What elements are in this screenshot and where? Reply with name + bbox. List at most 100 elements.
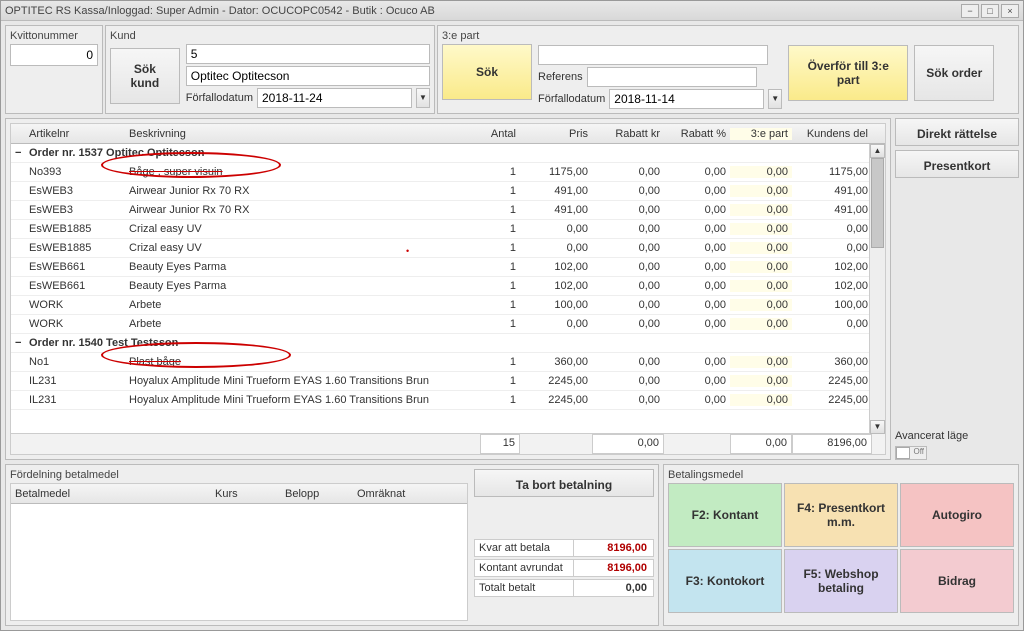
- table-row[interactable]: EsWEB3Airwear Junior Rx 70 RX1491,000,00…: [11, 182, 885, 201]
- cell-rabatt-kr: 0,00: [592, 204, 664, 216]
- scroll-up-icon[interactable]: ▲: [870, 144, 885, 158]
- table-row[interactable]: EsWEB3Airwear Junior Rx 70 RX1491,000,00…: [11, 201, 885, 220]
- window-title: OPTITEC RS Kassa/Inloggad: Super Admin -…: [5, 5, 435, 17]
- header-betalmedel[interactable]: Betalmedel: [11, 488, 211, 500]
- header-antal[interactable]: Antal: [480, 128, 520, 140]
- overfor-3e-button[interactable]: Överför till 3:e part: [788, 45, 908, 101]
- kund-name-input[interactable]: [186, 66, 430, 86]
- header-pris[interactable]: Pris: [520, 128, 592, 140]
- table-row[interactable]: WORKArbete1100,000,000,000,00100,00: [11, 296, 885, 315]
- kvittonummer-panel: Kvittonummer: [5, 25, 103, 114]
- collapse-icon[interactable]: −: [11, 337, 25, 349]
- kvittonummer-input[interactable]: [10, 44, 98, 66]
- cell-kundens-del: 100,00: [792, 299, 872, 311]
- cell-beskrivning: Crizal easy UV: [125, 242, 480, 254]
- scroll-thumb[interactable]: [871, 158, 884, 248]
- sok-order-button[interactable]: Sök order: [914, 45, 994, 101]
- cell-rabatt-kr: 0,00: [592, 375, 664, 387]
- header-rabatt-pct[interactable]: Rabatt %: [664, 128, 730, 140]
- cell-pris: 102,00: [520, 261, 592, 273]
- table-row[interactable]: IL231Hoyalux Amplitude Mini Trueform EYA…: [11, 372, 885, 391]
- kvar-att-betala-value: 8196,00: [573, 540, 653, 556]
- referens-input[interactable]: [587, 67, 757, 87]
- table-row[interactable]: No393Båge , super visuin11175,000,000,00…: [11, 163, 885, 182]
- cell-rabatt-pct: 0,00: [664, 261, 730, 273]
- cell-kundens-del: 2245,00: [792, 394, 872, 406]
- header-kundens-del[interactable]: Kundens del: [792, 128, 872, 140]
- header-omraknat[interactable]: Omräknat: [353, 488, 433, 500]
- table-row[interactable]: EsWEB661Beauty Eyes Parma1102,000,000,00…: [11, 258, 885, 277]
- group-row[interactable]: −Order nr. 1537 Optitec Optitecson: [11, 144, 885, 163]
- part3-forfallo-label: Förfallodatum: [538, 93, 605, 105]
- header-rabatt-kr[interactable]: Rabatt kr: [592, 128, 664, 140]
- payment-method-button[interactable]: F3: Kontokort: [668, 549, 782, 613]
- minimize-button[interactable]: −: [961, 4, 979, 18]
- betalmedel-grid[interactable]: Betalmedel Kurs Belopp Omräknat: [10, 483, 468, 621]
- collapse-icon[interactable]: −: [11, 147, 25, 159]
- payment-method-button[interactable]: F4: Presentkort m.m.: [784, 483, 898, 547]
- kund-id-input[interactable]: [186, 44, 430, 64]
- maximize-button[interactable]: □: [981, 4, 999, 18]
- cell-pris: 360,00: [520, 356, 592, 368]
- cell-rabatt-pct: 0,00: [664, 242, 730, 254]
- cell-kundens-del: 0,00: [792, 242, 872, 254]
- table-row[interactable]: WORKArbete10,000,000,000,000,00: [11, 315, 885, 334]
- cell-rabatt-pct: 0,00: [664, 394, 730, 406]
- cell-kundens-del: 491,00: [792, 185, 872, 197]
- cell-rabatt-kr: 0,00: [592, 318, 664, 330]
- payment-method-button[interactable]: Bidrag: [900, 549, 1014, 613]
- cell-antal: 1: [480, 223, 520, 235]
- cell-rabatt-kr: 0,00: [592, 356, 664, 368]
- cell-3e-part: 0,00: [730, 375, 792, 387]
- cell-pris: 0,00: [520, 242, 592, 254]
- presentkort-button[interactable]: Presentkort: [895, 150, 1019, 178]
- tredje-part-display[interactable]: [538, 45, 768, 65]
- app-window: OPTITEC RS Kassa/Inloggad: Super Admin -…: [0, 0, 1024, 631]
- payment-method-button[interactable]: Autogiro: [900, 483, 1014, 547]
- table-row[interactable]: No1Plast båge1360,000,000,000,00360,00: [11, 353, 885, 372]
- group-row[interactable]: −Order nr. 1540 Test Testsson: [11, 334, 885, 353]
- cell-pris: 100,00: [520, 299, 592, 311]
- grid-scrollbar[interactable]: ▲ ▼: [869, 144, 885, 434]
- cell-beskrivning: Arbete: [125, 299, 480, 311]
- cell-pris: 1175,00: [520, 166, 592, 178]
- table-row[interactable]: EsWEB1885Crizal easy UV10,000,000,000,00…: [11, 239, 885, 258]
- cell-rabatt-pct: 0,00: [664, 356, 730, 368]
- header-3e-part[interactable]: 3:e part: [730, 128, 792, 140]
- table-row[interactable]: EsWEB1885Crizal easy UV10,000,000,000,00…: [11, 220, 885, 239]
- table-row[interactable]: IL231Hoyalux Amplitude Mini Trueform EYA…: [11, 391, 885, 410]
- group-title: Order nr. 1540 Test Testsson: [25, 337, 715, 349]
- table-row[interactable]: EsWEB661Beauty Eyes Parma1102,000,000,00…: [11, 277, 885, 296]
- close-button[interactable]: ×: [1001, 4, 1019, 18]
- cell-artikelnr: EsWEB3: [25, 204, 125, 216]
- cell-antal: 1: [480, 280, 520, 292]
- header-belopp[interactable]: Belopp: [281, 488, 353, 500]
- header-kurs[interactable]: Kurs: [211, 488, 281, 500]
- avancerat-switch[interactable]: Off: [895, 446, 927, 460]
- cell-beskrivning: Crizal easy UV: [125, 223, 480, 235]
- header-beskrivning[interactable]: Beskrivning: [125, 128, 480, 140]
- part3-forfallo-date[interactable]: [609, 89, 764, 109]
- payment-method-button[interactable]: F2: Kontant: [668, 483, 782, 547]
- payment-method-button[interactable]: F5: Webshop betaling: [784, 549, 898, 613]
- cell-artikelnr: IL231: [25, 375, 125, 387]
- order-lines-grid[interactable]: Artikelnr Beskrivning Antal Pris Rabatt …: [10, 123, 886, 455]
- ta-bort-betalning-button[interactable]: Ta bort betalning: [474, 469, 654, 497]
- annotation-mark: •: [406, 246, 409, 256]
- fordelning-label: Fördelning betalmedel: [10, 469, 468, 481]
- scroll-down-icon[interactable]: ▼: [870, 420, 885, 434]
- cell-kundens-del: 2245,00: [792, 375, 872, 387]
- sok-3e-button[interactable]: Sök: [442, 44, 532, 100]
- totalt-betalt-label: Totalt betalt: [475, 580, 539, 596]
- kund-forfallo-date[interactable]: [257, 88, 412, 108]
- date-dropdown-icon[interactable]: ▼: [768, 89, 782, 109]
- sok-kund-button[interactable]: Sök kund: [110, 48, 180, 104]
- kund-label: Kund: [110, 30, 430, 42]
- date-dropdown-icon[interactable]: ▼: [416, 88, 430, 108]
- cell-beskrivning: Beauty Eyes Parma: [125, 261, 480, 273]
- cell-pris: 0,00: [520, 223, 592, 235]
- side-buttons: Direkt rättelse Presentkort Avancerat lä…: [895, 118, 1019, 460]
- cell-rabatt-pct: 0,00: [664, 204, 730, 216]
- direkt-rattelse-button[interactable]: Direkt rättelse: [895, 118, 1019, 146]
- header-artikelnr[interactable]: Artikelnr: [25, 128, 125, 140]
